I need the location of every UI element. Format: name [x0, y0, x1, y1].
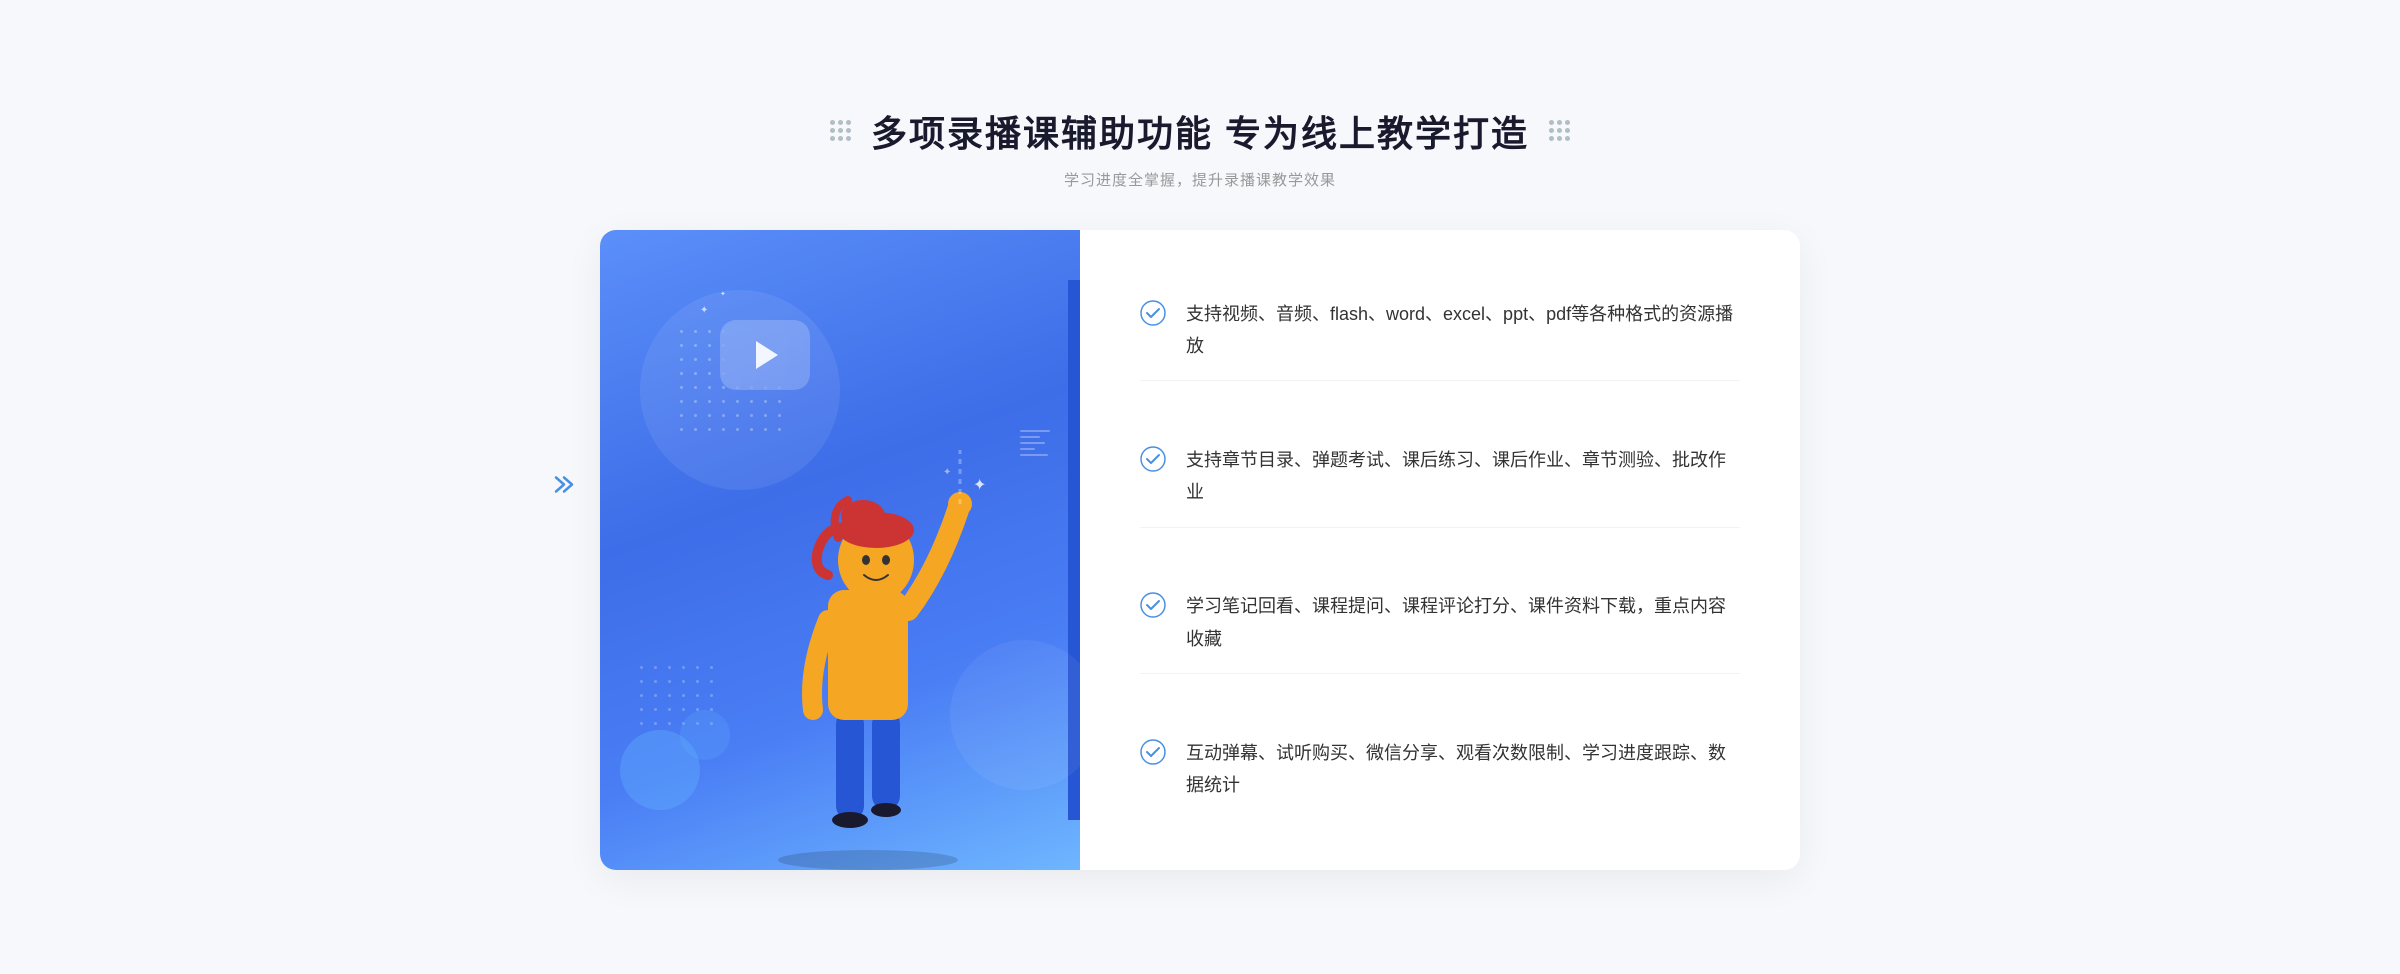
main-title: 多项录播课辅助功能 专为线上教学打造 — [871, 105, 1529, 157]
feature-text-4: 互动弹幕、试听购买、微信分享、观看次数限制、学习进度跟踪、数据统计 — [1186, 737, 1740, 802]
feature-item-1: 支持视频、音频、flash、word、excel、ppt、pdf等各种格式的资源… — [1140, 280, 1740, 382]
title-row: 多项录播课辅助功能 专为线上教学打造 — [600, 105, 1800, 157]
subtitle: 学习进度全掌握，提升录播课教学效果 — [600, 169, 1800, 190]
svg-text:✦: ✦ — [943, 467, 951, 478]
lines-decoration — [1020, 430, 1050, 456]
check-icon-2 — [1140, 446, 1166, 472]
circle-decoration-2 — [680, 710, 730, 760]
feature-item-4: 互动弹幕、试听购买、微信分享、观看次数限制、学习进度跟踪、数据统计 — [1140, 719, 1740, 820]
left-dots-decoration — [830, 120, 851, 141]
check-icon-1 — [1140, 300, 1166, 326]
play-bubble — [720, 320, 810, 390]
right-panel: 支持视频、音频、flash、word、excel、ppt、pdf等各种格式的资源… — [1080, 230, 1800, 870]
feature-text-1: 支持视频、音频、flash、word、excel、ppt、pdf等各种格式的资源… — [1186, 298, 1740, 363]
header-section: 多项录播课辅助功能 专为线上教学打造 学习进度全掌握，提升录播课教学效果 — [600, 105, 1800, 190]
chevron-decoration — [550, 470, 580, 505]
left-panel: ✦ ✦ — [600, 230, 1080, 870]
feature-item-2: 支持章节目录、弹题考试、课后练习、课后作业、章节测验、批改作业 — [1140, 426, 1740, 528]
feature-text-3: 学习笔记回看、课程提问、课程评论打分、课件资料下载，重点内容收藏 — [1186, 590, 1740, 655]
right-dots-decoration — [1549, 120, 1570, 141]
play-icon — [756, 341, 778, 369]
content-card: ✦ ✦ 支持视频、音频、flash、word、excel、ppt、pdf等各种 — [600, 230, 1800, 870]
check-icon-3 — [1140, 592, 1166, 618]
feature-text-2: 支持章节目录、弹题考试、课后练习、课后作业、章节测验、批改作业 — [1186, 444, 1740, 509]
feature-item-3: 学习笔记回看、课程提问、课程评论打分、课件资料下载，重点内容收藏 — [1140, 572, 1740, 674]
check-icon-4 — [1140, 739, 1166, 765]
illustration: ✦ ✦ — [728, 390, 1008, 870]
main-container: 多项录播课辅助功能 专为线上教学打造 学习进度全掌握，提升录播课教学效果 — [600, 105, 1800, 870]
vertical-accent-bar — [1068, 280, 1080, 820]
svg-text:✦: ✦ — [973, 477, 986, 494]
